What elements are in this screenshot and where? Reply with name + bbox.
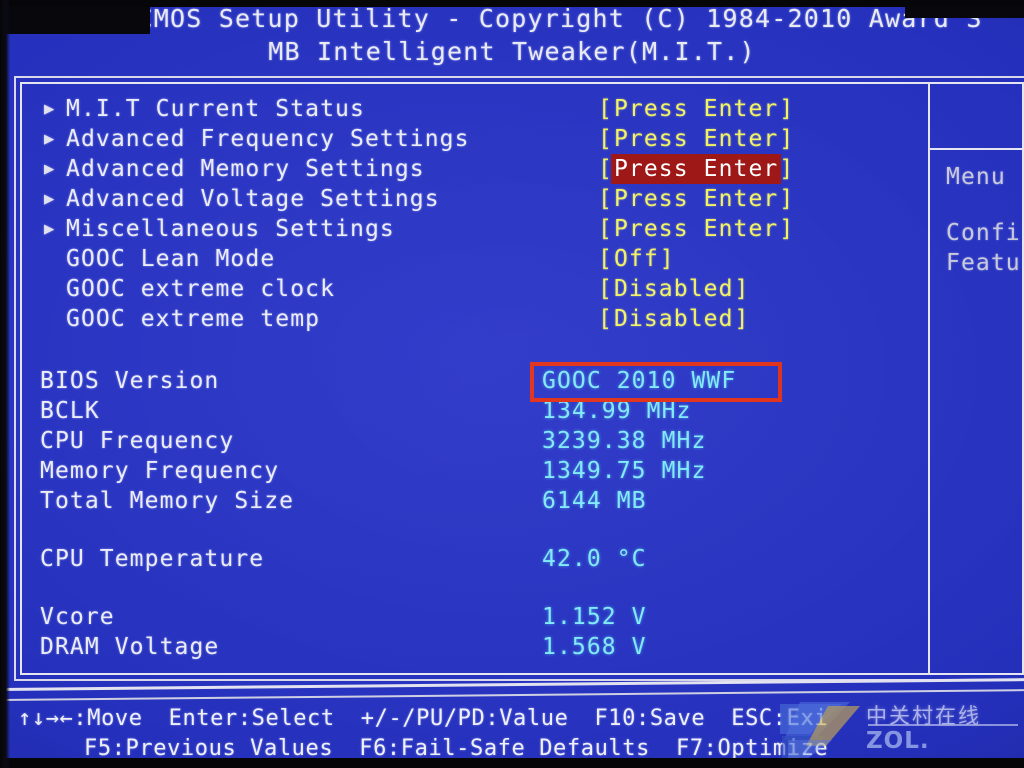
submenu-arrow-icon: ▶ [44, 219, 55, 239]
info-label-6: Vcore [40, 604, 115, 630]
menu-item-label: Advanced Memory Settings [66, 156, 425, 182]
watermark-latin-text: ZOL. [866, 728, 930, 754]
menu-value-7[interactable]: [Disabled] [598, 304, 794, 334]
info-value-2: 3239.38 MHz [542, 428, 707, 454]
watermark-chinese-text: 中关村在线 [866, 704, 981, 728]
value-bracket-right: ] [779, 156, 795, 182]
bios-version-annotation-box [530, 362, 782, 402]
menu-value-3[interactable]: [Press Enter] [598, 184, 794, 214]
info-label-2: CPU Frequency [40, 428, 235, 454]
sidebar-help-text: Menu Confi Featu [946, 162, 1021, 278]
value-bracket-right: ] [779, 186, 795, 212]
value-bracket-right: ] [779, 216, 795, 242]
sidebar-line-1: Confi [946, 220, 1021, 246]
menu-value-text: Press Enter [613, 96, 779, 122]
menu-value-0[interactable]: [Press Enter] [598, 94, 794, 124]
menu-item-label: Advanced Voltage Settings [66, 186, 440, 212]
value-bracket-left: [ [598, 276, 613, 302]
sidebar-line-0: Menu [946, 164, 1006, 190]
menu-value-6[interactable]: [Disabled] [598, 274, 794, 304]
menu-value-1[interactable]: [Press Enter] [598, 124, 794, 154]
system-info-labels: BIOS Version BCLK CPU Frequency Memory Freq… [40, 366, 294, 662]
menu-item-label: GOOC extreme temp [66, 306, 321, 332]
value-bracket-left: [ [598, 186, 613, 212]
submenu-arrow-icon: ▶ [44, 189, 55, 209]
menu-value-list: [Press Enter] [Press Enter] [Press Enter][… [598, 94, 794, 334]
submenu-arrow-icon: ▶ [44, 99, 55, 119]
menu-item-7[interactable]: GOOC extreme temp [44, 304, 470, 334]
info-label-4: Total Memory Size [40, 488, 295, 514]
footer-key-hint[interactable]: ↑↓→←:Move [18, 706, 143, 731]
value-bracket-left: [ [598, 216, 613, 242]
footer-key-hint[interactable]: F10:Save [594, 706, 705, 731]
menu-value-text: Disabled [613, 276, 734, 302]
sidebar-divider-vertical [928, 82, 930, 675]
menu-item-label: Miscellaneous Settings [66, 216, 395, 242]
value-bracket-left: [ [598, 126, 613, 152]
value-bracket-right: ] [659, 246, 675, 272]
title-block: CMOS Setup Utility - Copyright (C) 1984-… [0, 2, 1024, 68]
menu-value-2-selected[interactable]: [Press Enter] [598, 154, 794, 184]
menu-item-1[interactable]: ▶ Advanced Frequency Settings [44, 124, 470, 154]
info-label-7: DRAM Voltage [40, 634, 220, 660]
info-value-7: 1.568 V [542, 634, 647, 660]
sidebar-divider-horizontal [928, 148, 1024, 150]
value-bracket-right: ] [734, 276, 750, 302]
menu-value-text: Press Enter [612, 156, 780, 182]
photo-bezel-left [0, 0, 10, 768]
value-bracket-right: ] [779, 96, 795, 122]
menu-value-text: Press Enter [613, 186, 779, 212]
info-value-5: 42.0 °C [542, 546, 647, 572]
menu-arrow-spacer [44, 244, 66, 274]
menu-value-text: Press Enter [613, 126, 779, 152]
menu-value-text: Off [613, 246, 659, 272]
info-label-1: BCLK [40, 398, 100, 424]
menu-arrow-spacer [44, 304, 66, 334]
menu-item-4[interactable]: ▶ Miscellaneous Settings [44, 214, 470, 244]
submenu-arrow-icon: ▶ [44, 159, 55, 179]
bios-screen: CMOS Setup Utility - Copyright (C) 1984-… [0, 0, 1024, 768]
photo-bezel-top [0, 0, 1024, 7]
value-bracket-right: ] [779, 126, 795, 152]
info-label-5: CPU Temperature [40, 546, 265, 572]
value-bracket-left: [ [598, 156, 613, 182]
menu-arrow-spacer [44, 274, 66, 304]
zol-watermark: 中关村在线 ZOL. [780, 694, 1024, 768]
menu-item-0[interactable]: ▶ M.I.T Current Status [44, 94, 470, 124]
menu-item-label: M.I.T Current Status [66, 96, 365, 122]
info-label-3: Memory Frequency [40, 458, 280, 484]
menu-item-label: GOOC extreme clock [66, 276, 336, 302]
footer-key-hint[interactable]: Enter:Select [169, 706, 335, 731]
menu-item-list: ▶ M.I.T Current Status ▶ Advanced Frequency… [44, 94, 470, 334]
menu-value-5[interactable]: [Off] [598, 244, 794, 274]
value-bracket-left: [ [598, 306, 613, 332]
menu-value-text: Press Enter [613, 216, 779, 242]
value-bracket-left: [ [598, 246, 613, 272]
menu-value-text: Disabled [613, 306, 734, 332]
zol-logo-icon [780, 702, 860, 766]
footer-key-hint[interactable]: +/-/PU/PD:Value [361, 706, 569, 731]
menu-item-5[interactable]: GOOC Lean Mode [44, 244, 470, 274]
menu-item-label: GOOC Lean Mode [66, 246, 276, 272]
sidebar-line-2: Featu [946, 250, 1021, 276]
info-value-3: 1349.75 MHz [542, 458, 707, 484]
photo-bezel-bottom [0, 758, 1024, 768]
menu-item-3[interactable]: ▶ Advanced Voltage Settings [44, 184, 470, 214]
menu-item-6[interactable]: GOOC extreme clock [44, 274, 470, 304]
info-value-6: 1.152 V [542, 604, 647, 630]
system-info-values: GOOC 2010 WWF 134.99 MHz 3239.38 MHz 1349.7… [542, 366, 736, 662]
value-bracket-left: [ [598, 96, 613, 122]
value-bracket-right: ] [734, 306, 750, 332]
page-subtitle: MB Intelligent Tweaker(M.I.T.) [268, 37, 756, 66]
menu-value-4[interactable]: [Press Enter] [598, 214, 794, 244]
menu-item-2[interactable]: ▶ Advanced Memory Settings [44, 154, 470, 184]
info-label-0: BIOS Version [40, 368, 220, 394]
info-value-4: 6144 MB [542, 488, 647, 514]
submenu-arrow-icon: ▶ [44, 129, 55, 149]
menu-item-label: Advanced Frequency Settings [66, 126, 470, 152]
